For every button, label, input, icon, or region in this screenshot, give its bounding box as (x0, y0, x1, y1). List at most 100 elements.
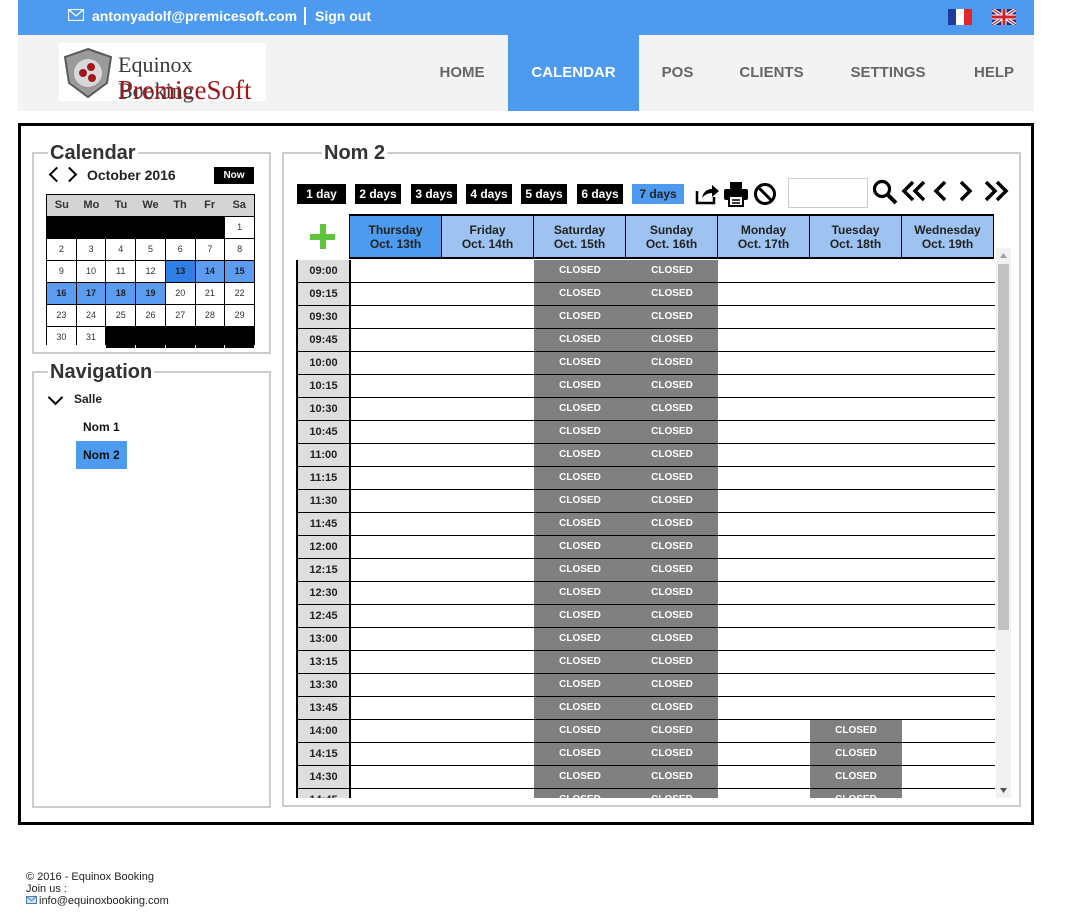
time-slot[interactable] (442, 720, 534, 742)
french-flag-icon[interactable] (948, 9, 972, 25)
time-slot[interactable] (902, 398, 994, 420)
time-slot[interactable] (442, 260, 534, 282)
time-slot[interactable] (442, 375, 534, 397)
time-slot[interactable] (718, 306, 810, 328)
scroll-up-icon[interactable] (1000, 253, 1007, 258)
day-cell[interactable]: 4 (106, 239, 136, 260)
time-slot[interactable] (442, 559, 534, 581)
time-slot[interactable] (810, 421, 902, 443)
time-slot[interactable] (442, 674, 534, 696)
time-slot[interactable] (718, 536, 810, 558)
day-cell[interactable]: 12 (136, 261, 165, 282)
time-slot[interactable] (718, 490, 810, 512)
day-column-header[interactable]: Thursday Oct. 13th (349, 214, 442, 259)
add-booking-icon[interactable] (310, 224, 335, 249)
time-slot[interactable] (350, 260, 442, 282)
time-slot[interactable] (350, 306, 442, 328)
time-slot[interactable] (810, 352, 902, 374)
time-slot[interactable] (902, 513, 994, 535)
day-column-header[interactable]: Monday Oct. 17th (717, 214, 810, 259)
time-slot[interactable] (350, 582, 442, 604)
grid-scrollbar[interactable] (996, 248, 1011, 798)
view-5-days-button[interactable]: 5 days (521, 184, 567, 204)
day-cell[interactable]: 25 (106, 305, 136, 326)
time-slot[interactable] (718, 398, 810, 420)
time-slot[interactable] (902, 352, 994, 374)
time-slot[interactable] (442, 467, 534, 489)
time-slot[interactable] (350, 329, 442, 351)
view-4-days-button[interactable]: 4 days (466, 184, 512, 204)
time-slot[interactable] (902, 582, 994, 604)
time-slot[interactable] (350, 352, 442, 374)
time-slot[interactable] (442, 628, 534, 650)
time-slot[interactable] (902, 651, 994, 673)
time-slot[interactable] (718, 329, 810, 351)
time-slot[interactable] (350, 651, 442, 673)
time-slot[interactable] (718, 743, 810, 765)
time-slot[interactable] (442, 283, 534, 305)
day-cell[interactable]: 13 (165, 261, 195, 282)
time-slot[interactable] (810, 375, 902, 397)
time-slot[interactable] (350, 628, 442, 650)
time-slot[interactable] (902, 260, 994, 282)
time-slot[interactable] (810, 398, 902, 420)
day-cell[interactable]: 24 (76, 305, 106, 326)
time-slot[interactable] (902, 306, 994, 328)
time-slot[interactable] (902, 720, 994, 742)
day-cell[interactable]: 23 (47, 305, 76, 326)
day-cell[interactable]: 20 (165, 283, 195, 304)
time-slot[interactable] (350, 697, 442, 719)
time-slot[interactable] (902, 766, 994, 788)
time-slot[interactable] (442, 352, 534, 374)
time-slot[interactable] (442, 766, 534, 788)
day-column-header[interactable]: Tuesday Oct. 18th (809, 214, 902, 259)
day-cell[interactable]: 26 (136, 305, 165, 326)
time-slot[interactable] (442, 329, 534, 351)
time-slot[interactable] (810, 536, 902, 558)
time-slot[interactable] (718, 375, 810, 397)
tree-item-nom-2[interactable]: Nom 2 (76, 441, 127, 469)
time-slot[interactable] (350, 421, 442, 443)
view-1-day-button[interactable]: 1 day (297, 184, 346, 204)
time-slot[interactable] (718, 283, 810, 305)
time-slot[interactable] (810, 467, 902, 489)
scrollbar-thumb[interactable] (998, 264, 1009, 630)
double-chevron-left-icon[interactable] (900, 179, 928, 203)
nav-settings[interactable]: SETTINGS (838, 35, 938, 111)
time-slot[interactable] (810, 628, 902, 650)
chevron-left-icon[interactable] (932, 179, 950, 203)
day-cell[interactable]: 29 (225, 305, 254, 326)
time-slot[interactable] (350, 536, 442, 558)
day-cell[interactable]: 28 (195, 305, 225, 326)
time-slot[interactable] (442, 421, 534, 443)
time-slot[interactable] (902, 375, 994, 397)
view-7-days-button[interactable]: 7 days (632, 184, 684, 204)
time-slot[interactable] (902, 628, 994, 650)
time-slot[interactable] (810, 651, 902, 673)
time-slot[interactable] (350, 743, 442, 765)
time-slot[interactable] (718, 720, 810, 742)
nav-calendar[interactable]: CALENDAR (508, 35, 639, 111)
day-cell[interactable]: 31 (76, 327, 106, 348)
time-slot[interactable] (810, 260, 902, 282)
footer-email-link[interactable]: info@equinoxbooking.com (39, 895, 169, 907)
day-column-header[interactable]: Wednesday Oct. 19th (901, 214, 994, 259)
search-icon[interactable] (872, 179, 898, 205)
time-slot[interactable] (810, 306, 902, 328)
time-slot[interactable] (718, 674, 810, 696)
day-column-header[interactable]: Saturday Oct. 15th (533, 214, 626, 259)
day-cell[interactable]: 9 (47, 261, 76, 282)
time-slot[interactable] (442, 582, 534, 604)
day-cell[interactable]: 8 (225, 239, 254, 260)
time-slot[interactable] (718, 421, 810, 443)
view-2-days-button[interactable]: 2 days (355, 184, 401, 204)
time-slot[interactable] (902, 536, 994, 558)
search-input[interactable] (788, 178, 868, 208)
time-slot[interactable] (718, 352, 810, 374)
print-icon[interactable] (723, 181, 749, 207)
time-slot[interactable] (902, 697, 994, 719)
time-slot[interactable] (350, 766, 442, 788)
chevron-right-icon[interactable] (956, 179, 974, 203)
day-cell[interactable]: 14 (195, 261, 225, 282)
time-slot[interactable] (902, 283, 994, 305)
